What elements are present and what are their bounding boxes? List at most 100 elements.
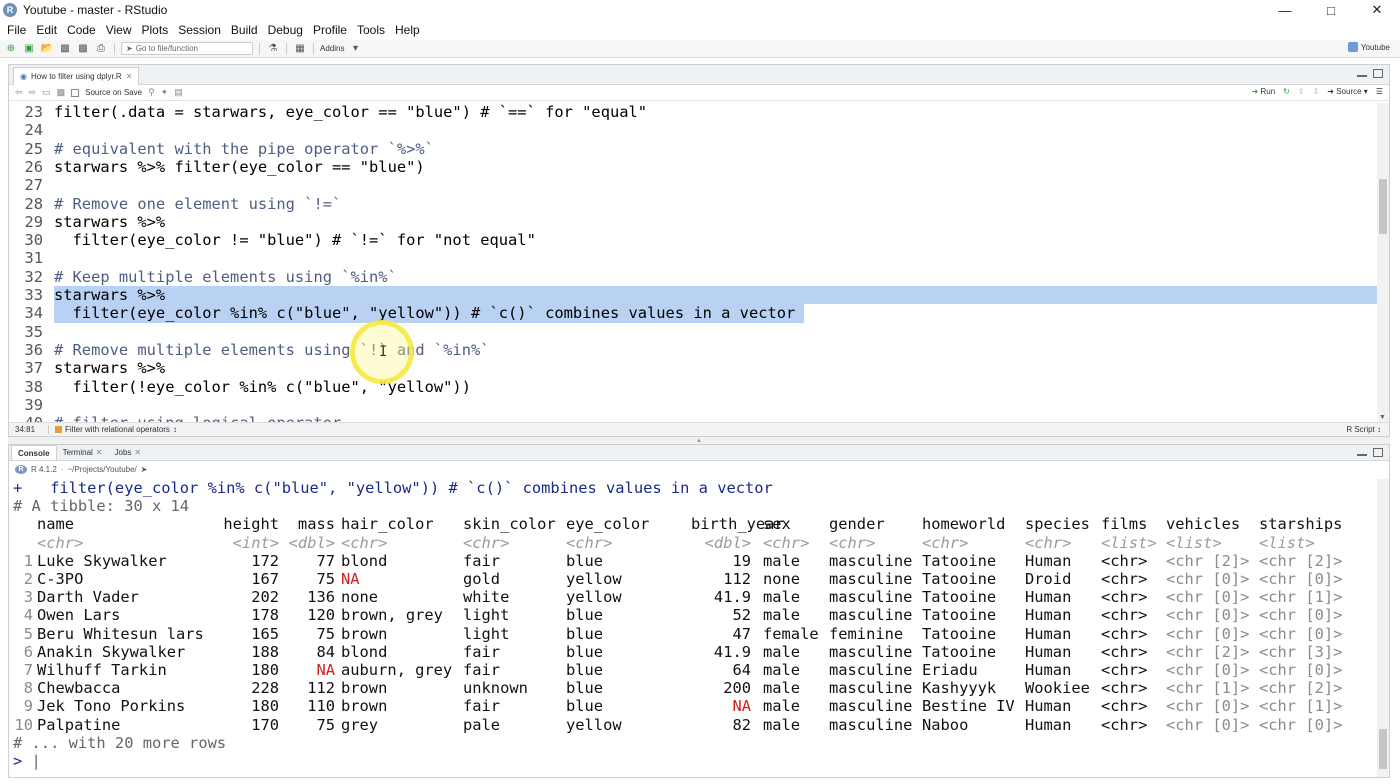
- menu-view[interactable]: View: [101, 23, 137, 37]
- minimize-button[interactable]: —: [1262, 0, 1308, 20]
- console-scrollbar[interactable]: [1377, 479, 1389, 777]
- console-scrollbar-thumb[interactable]: [1379, 729, 1387, 769]
- table-cell: <chr [0]>: [1259, 715, 1343, 734]
- menu-code[interactable]: Code: [62, 23, 101, 37]
- new-project-icon[interactable]: ▣: [22, 42, 36, 56]
- section-navigator[interactable]: Filter with relational operators ↕: [49, 425, 177, 434]
- file-type-menu[interactable]: R Script ↕: [1346, 425, 1381, 434]
- close-tab-icon[interactable]: ✕: [96, 448, 103, 457]
- project-cube-icon: [1347, 42, 1358, 52]
- column-header: vehicles: [1166, 515, 1241, 534]
- console-tab-terminal[interactable]: Terminal ✕: [57, 445, 109, 460]
- save-all-icon[interactable]: ▩: [76, 42, 90, 56]
- table-cell: male: [763, 679, 801, 698]
- row-number: 4: [23, 606, 33, 625]
- line-number: 38: [24, 377, 43, 396]
- column-header: hair_color: [341, 515, 434, 534]
- source-editor-pane: ◉ How to filter using dplyr.R ✕ ⇦ ⇨ ▭ ▩ …: [8, 64, 1390, 437]
- pane-splitter[interactable]: ▲: [8, 437, 1390, 444]
- minimize-pane-button[interactable]: [1357, 74, 1367, 77]
- console-output[interactable]: + filter(eye_color %in% c("blue", "yello…: [9, 479, 1379, 779]
- table-cell: Human: [1025, 661, 1072, 679]
- forward-arrow-icon[interactable]: ⇨: [29, 87, 37, 98]
- close-tab-icon[interactable]: ✕: [134, 448, 141, 457]
- table-cell: masculine: [829, 679, 913, 698]
- table-cell: Bestine IV: [922, 697, 1015, 716]
- toolbar-divider: [313, 42, 314, 55]
- column-header: birth_year: [691, 515, 784, 534]
- save-icon[interactable]: ▩: [57, 87, 66, 98]
- git-icon[interactable]: ⚗: [266, 42, 280, 56]
- run-button[interactable]: ➜ Run: [1252, 87, 1276, 96]
- menu-debug[interactable]: Debug: [263, 23, 308, 37]
- code-text: # equivalent with the pipe operator `%>%…: [54, 139, 434, 158]
- chevron-down-icon[interactable]: ▾: [348, 42, 362, 56]
- menu-help[interactable]: Help: [390, 23, 425, 37]
- go-to-directory-icon[interactable]: ➤: [141, 465, 148, 474]
- document-outline-icon[interactable]: ▤: [174, 87, 183, 98]
- menu-build[interactable]: Build: [226, 23, 263, 37]
- table-cell: male: [763, 642, 801, 661]
- table-cell: Human: [1025, 642, 1072, 661]
- source-on-save-checkbox[interactable]: [71, 88, 80, 97]
- show-in-window-icon[interactable]: ▭: [42, 87, 51, 98]
- table-cell: yellow: [566, 588, 622, 607]
- menu-edit[interactable]: Edit: [31, 23, 62, 37]
- menu-plots[interactable]: Plots: [137, 23, 174, 37]
- up-arrow-icon[interactable]: ⇧: [1298, 87, 1305, 96]
- column-type: <int>: [232, 533, 279, 552]
- code-editor[interactable]: 23 filter(.data = starwars, eye_color == …: [9, 103, 1379, 423]
- maximize-pane-button[interactable]: [1373, 69, 1383, 78]
- addins-menu[interactable]: Addins: [320, 44, 344, 53]
- back-arrow-icon[interactable]: ⇦: [15, 87, 23, 98]
- code-line: 25 # equivalent with the pipe operator `%…: [9, 140, 1379, 158]
- table-cell: fair: [463, 661, 501, 679]
- table-cell: blue: [566, 551, 604, 570]
- close-button[interactable]: ✕: [1354, 0, 1400, 20]
- console-tab-console[interactable]: Console: [11, 445, 57, 460]
- console-tab-jobs[interactable]: Jobs ✕: [109, 445, 148, 460]
- column-header: starships: [1259, 515, 1343, 534]
- table-cell: Human: [1025, 697, 1072, 716]
- project-menu[interactable]: Youtube: [1347, 42, 1390, 52]
- new-file-icon[interactable]: ⊕: [4, 42, 18, 56]
- table-cell: grey: [341, 715, 379, 734]
- grid-layout-icon[interactable]: ▦: [293, 42, 307, 56]
- table-cell: light: [463, 606, 510, 625]
- editor-scrollbar-thumb[interactable]: [1379, 179, 1387, 234]
- source-button[interactable]: ➜ Source ▾: [1327, 87, 1368, 96]
- table-cell: <chr [0]>: [1166, 697, 1250, 716]
- editor-tab[interactable]: ◉ How to filter using dplyr.R ✕: [13, 67, 140, 85]
- rerun-icon[interactable]: ↻: [1283, 87, 1290, 96]
- column-type: <chr>: [341, 533, 388, 552]
- title-bar: R Youtube - master - RStudio — □ ✕: [0, 0, 1400, 20]
- pane-window-controls: [1357, 69, 1383, 78]
- editor-run-controls: ➜ Run ↻ ⇧ ⇩ ➜ Source ▾ ☰: [1252, 87, 1383, 96]
- console-caret[interactable]: |: [22, 752, 41, 770]
- table-cell: male: [763, 551, 801, 570]
- menu-profile[interactable]: Profile: [308, 23, 352, 37]
- working-directory[interactable]: ~/Projects/Youtube/: [67, 465, 136, 474]
- wand-icon[interactable]: ✦: [161, 87, 169, 98]
- maximize-pane-button[interactable]: [1373, 448, 1383, 457]
- table-cell: brown: [341, 624, 388, 643]
- minimize-pane-button[interactable]: [1357, 453, 1367, 456]
- table-cell: <chr [0]>: [1166, 661, 1250, 679]
- search-icon[interactable]: ⚲: [148, 87, 155, 98]
- scroll-down-icon[interactable]: ▼: [1379, 414, 1386, 421]
- down-arrow-icon[interactable]: ⇩: [1313, 87, 1320, 96]
- menu-session[interactable]: Session: [173, 23, 226, 37]
- save-icon[interactable]: ▩: [58, 42, 72, 56]
- maximize-button[interactable]: □: [1308, 0, 1354, 20]
- print-icon[interactable]: ⎙: [94, 42, 108, 56]
- table-cell: blue: [566, 606, 604, 625]
- goto-file-input[interactable]: ➤ Go to file/function: [121, 42, 253, 55]
- editor-scrollbar[interactable]: ▼: [1377, 103, 1389, 423]
- menu-file[interactable]: File: [2, 23, 31, 37]
- menu-tools[interactable]: Tools: [352, 23, 390, 37]
- close-tab-icon[interactable]: ✕: [126, 72, 133, 81]
- table-cell: brown: [341, 679, 388, 698]
- menu-lines-icon[interactable]: ☰: [1376, 87, 1383, 96]
- table-cell: male: [763, 588, 801, 607]
- open-file-icon[interactable]: 📂: [40, 42, 54, 56]
